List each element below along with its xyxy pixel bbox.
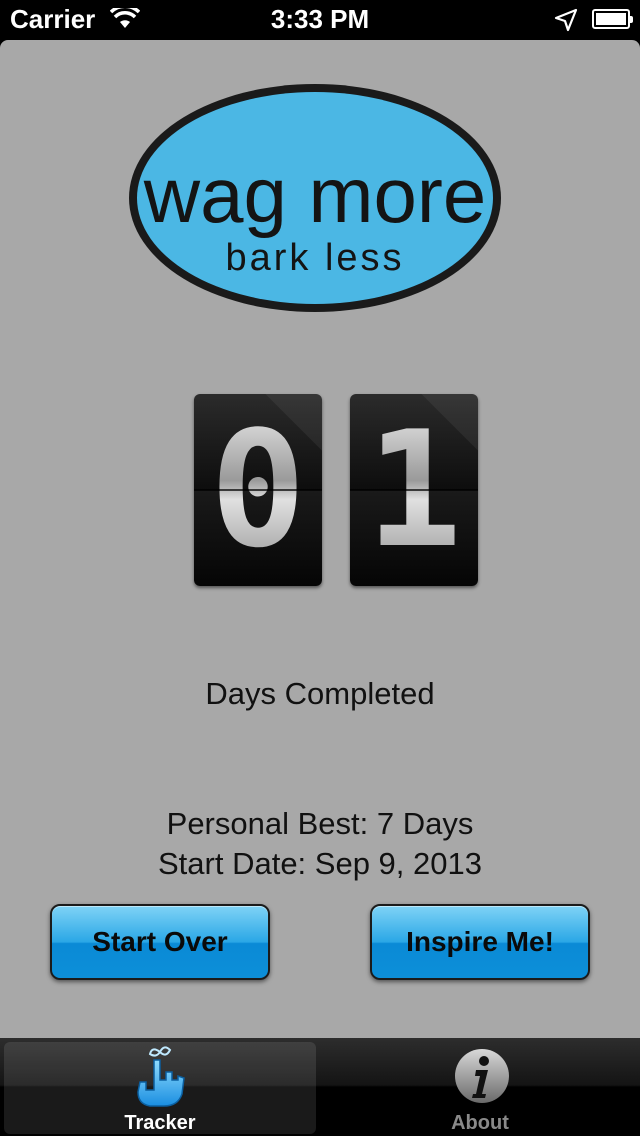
tab-tracker[interactable]: Tracker — [4, 1042, 316, 1134]
personal-best-label: Personal Best: 7 Days — [166, 806, 474, 841]
tab-bar: Tracker About — [0, 1038, 640, 1136]
start-over-button[interactable]: Start Over — [50, 904, 270, 980]
flip-digit-ones: 1 — [350, 394, 478, 586]
tab-about[interactable]: About — [324, 1042, 636, 1134]
flip-hinge — [350, 489, 478, 491]
start-date-label: Start Date: Sep 9, 2013 — [158, 846, 482, 881]
tracker-screen: wag more bark less 0 1 Days Completed Pe… — [0, 40, 640, 1038]
tab-about-label: About — [451, 1112, 509, 1134]
wag-more-logo: wag more bark less — [125, 80, 505, 320]
flip-hinge — [194, 489, 322, 491]
status-bar: Carrier 3:33 PM — [0, 0, 640, 40]
flip-digit-tens: 0 — [194, 394, 322, 586]
clock: 3:33 PM — [270, 4, 370, 34]
inspire-me-button[interactable]: Inspire Me! — [370, 904, 590, 980]
days-completed-label: Days Completed — [205, 676, 435, 711]
location-arrow-icon — [554, 8, 578, 37]
logo-text-line1: wag more — [143, 151, 486, 239]
logo-text-line2: bark less — [225, 237, 404, 279]
battery-icon — [592, 9, 633, 29]
tab-tracker-label: Tracker — [124, 1112, 196, 1134]
finger-string-icon — [132, 1046, 188, 1113]
info-icon — [452, 1046, 512, 1111]
